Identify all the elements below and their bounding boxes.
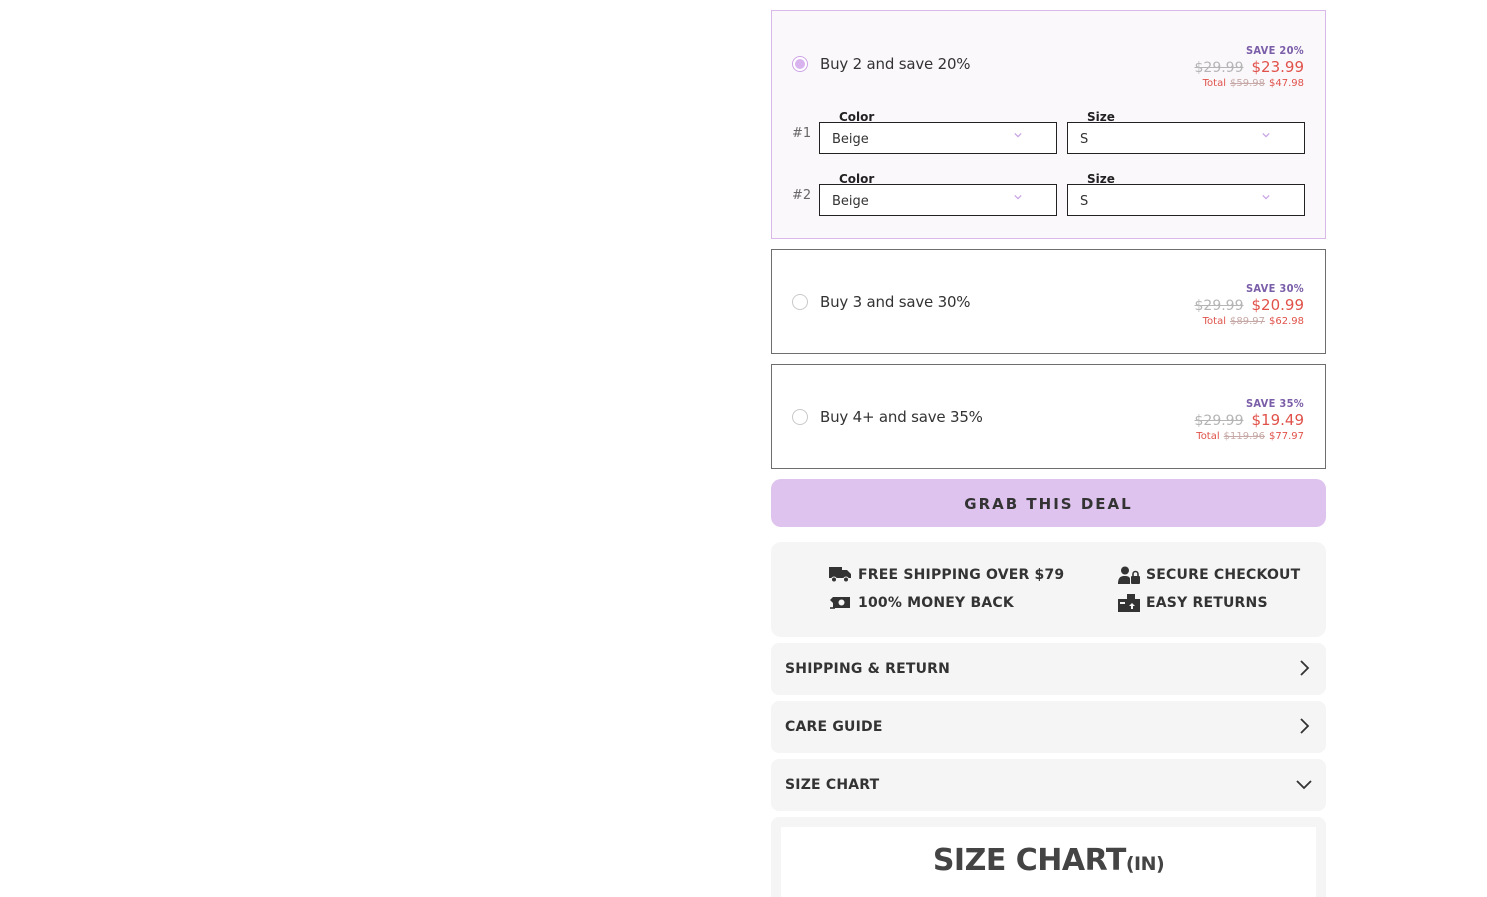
- trust-free-shipping-label: FREE SHIPPING OVER $79: [858, 566, 1065, 583]
- offer-label: Buy 2 and save 20%: [820, 55, 971, 73]
- sale-price: $19.49: [1251, 411, 1305, 429]
- offer-buy-4[interactable]: Buy 4+ and save 35% SAVE 35% $29.99 $19.4…: [771, 364, 1326, 469]
- size-chart-unit: (IN): [1125, 853, 1165, 875]
- total-sale: $77.97: [1269, 431, 1304, 442]
- bundle-panel: Buy 2 and save 20% SAVE 20% $29.99 $23.99…: [771, 10, 1326, 897]
- save-badge: SAVE 20%: [1246, 44, 1304, 57]
- trust-secure-checkout: SECURE CHECKOUT: [1118, 566, 1300, 584]
- chevron-right-icon: [1300, 660, 1310, 676]
- total-original: $119.96: [1223, 431, 1265, 442]
- offer-radio-selected[interactable]: [792, 56, 808, 72]
- total-sale: $62.98: [1269, 316, 1304, 327]
- size-select[interactable]: S: [1067, 122, 1305, 154]
- variant-number: #2: [792, 188, 812, 203]
- trust-free-shipping: FREE SHIPPING OVER $79: [829, 566, 1064, 583]
- offer-label: Buy 3 and save 30%: [820, 293, 971, 311]
- chevron-down-icon: [1014, 194, 1022, 200]
- sale-price: $23.99: [1251, 58, 1305, 76]
- size-value: S: [1080, 194, 1089, 209]
- size-chart-title: SIZE CHART(IN): [932, 843, 1165, 878]
- trust-money-back: 100% MONEY BACK: [829, 594, 1014, 611]
- save-badge: SAVE 35%: [1246, 397, 1304, 410]
- offer-buy-2[interactable]: Buy 2 and save 20% SAVE 20% $29.99 $23.99…: [771, 10, 1326, 239]
- trust-easy-returns: EASY RETURNS: [1118, 594, 1268, 612]
- chevron-right-icon: [1300, 718, 1310, 734]
- offer-buy-3[interactable]: Buy 3 and save 30% SAVE 30% $29.99 $20.99…: [771, 249, 1326, 354]
- offer-price-box: SAVE 35% $29.99 $19.49 Total $119.96 $77.97: [1195, 397, 1305, 442]
- total-original: $89.97: [1230, 316, 1265, 327]
- color-select[interactable]: Beige: [819, 184, 1057, 216]
- variant-row-1: #1 Color Size Beige S: [772, 110, 1327, 154]
- total-sale: $47.98: [1269, 78, 1304, 89]
- size-select[interactable]: S: [1067, 184, 1305, 216]
- offer-label: Buy 4+ and save 35%: [820, 408, 983, 426]
- total-label: Total: [1196, 431, 1220, 442]
- accordion-label: SHIPPING & RETURN: [785, 661, 951, 677]
- original-price: $29.99: [1194, 60, 1244, 76]
- accordion-label: SIZE CHART: [785, 777, 880, 793]
- offer-radio[interactable]: [792, 409, 808, 425]
- chevron-down-icon: [1296, 780, 1312, 790]
- original-price: $29.99: [1194, 298, 1244, 314]
- variant-row-2: #2 Color Size Beige S: [772, 172, 1327, 216]
- variant-number: #1: [792, 126, 812, 141]
- size-value: S: [1080, 132, 1089, 147]
- total-label: Total: [1202, 316, 1226, 327]
- trust-money-back-label: 100% MONEY BACK: [858, 594, 1014, 611]
- offer-price-box: SAVE 20% $29.99 $23.99 Total $59.98 $47.98: [1195, 44, 1305, 89]
- trust-secure-checkout-label: SECURE CHECKOUT: [1146, 567, 1301, 583]
- color-value: Beige: [832, 132, 869, 147]
- total-original: $59.98: [1230, 78, 1265, 89]
- chevron-down-icon: [1262, 132, 1270, 138]
- return-box-icon: [1118, 594, 1140, 612]
- chevron-down-icon: [1262, 194, 1270, 200]
- original-price: $29.99: [1194, 413, 1244, 429]
- accordion-care-guide[interactable]: CARE GUIDE: [771, 701, 1326, 753]
- accordion-label: CARE GUIDE: [785, 719, 883, 735]
- money-back-icon: [830, 597, 850, 609]
- color-value: Beige: [832, 194, 869, 209]
- size-chart-image: SIZE CHART(IN): [781, 827, 1316, 897]
- accordion-size-chart[interactable]: SIZE CHART: [771, 759, 1326, 811]
- total-label: Total: [1202, 78, 1226, 89]
- accordion-shipping-return[interactable]: SHIPPING & RETURN: [771, 643, 1326, 695]
- sale-price: $20.99: [1251, 296, 1305, 314]
- save-badge: SAVE 30%: [1246, 282, 1304, 295]
- offer-price-box: SAVE 30% $29.99 $20.99 Total $89.97 $62.98: [1195, 282, 1305, 327]
- offer-radio[interactable]: [792, 294, 808, 310]
- grab-deal-button[interactable]: GRAB THIS DEAL: [771, 479, 1326, 527]
- trust-easy-returns-label: EASY RETURNS: [1146, 595, 1268, 611]
- user-lock-icon: [1118, 566, 1140, 584]
- trust-badges: FREE SHIPPING OVER $79 SECURE CHECKOUT 1…: [771, 542, 1326, 637]
- chevron-down-icon: [1014, 132, 1022, 138]
- color-select[interactable]: Beige: [819, 122, 1057, 154]
- truck-icon: [829, 567, 851, 583]
- size-chart-panel: SIZE CHART(IN): [771, 817, 1326, 897]
